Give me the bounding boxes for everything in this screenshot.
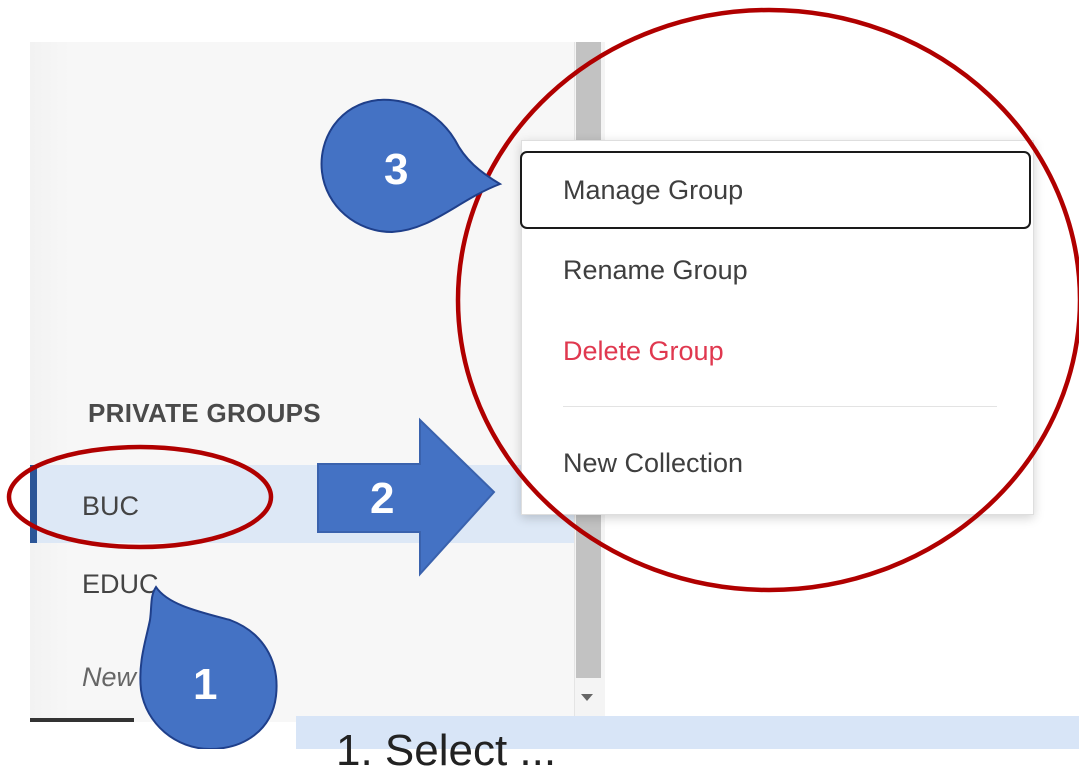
annotation-overlay xyxy=(6,7,1079,749)
step-3-number: 3 xyxy=(384,145,409,194)
step-1-number: 1 xyxy=(193,660,218,709)
step-2-number: 2 xyxy=(370,474,395,523)
step-2-arrow xyxy=(317,417,496,577)
buc-highlight-ellipse xyxy=(6,444,274,550)
menu-highlight-circle xyxy=(455,7,1079,593)
